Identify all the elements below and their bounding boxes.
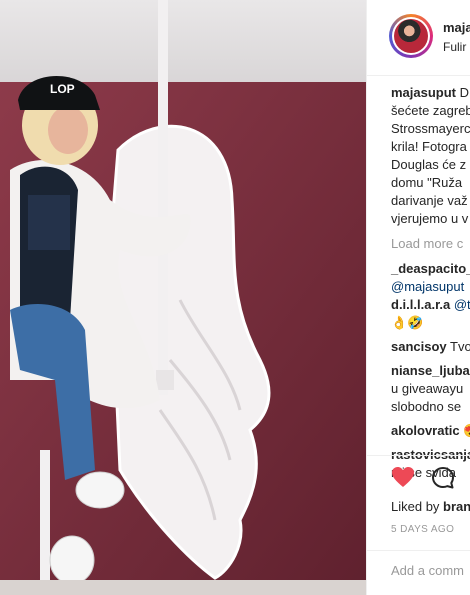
- comment-item: nianse_ljuba: [391, 362, 470, 380]
- comment-text: slobodno se: [391, 399, 462, 414]
- liked-by: Liked by bran: [391, 499, 470, 514]
- comment-bubble-icon[interactable]: [431, 466, 455, 493]
- caption-line: darivanje važ: [391, 193, 468, 208]
- comment-mention[interactable]: @majasuput: [391, 278, 470, 296]
- post-timestamp[interactable]: 5 DAYS AGO: [391, 524, 454, 535]
- post-header: maja Fulir: [367, 0, 470, 76]
- caption-line: domu "Ruža: [391, 175, 463, 190]
- caption-line: Douglas će z: [391, 157, 467, 172]
- caption-line: krila! Fotogra: [391, 139, 467, 154]
- caption-line: šećete zagreb: [391, 103, 470, 118]
- load-more-comments-button[interactable]: Load more c: [391, 232, 470, 256]
- comment-mention[interactable]: @t: [450, 297, 470, 312]
- liked-by-prefix: Liked by: [391, 499, 444, 514]
- header-location[interactable]: Fulir: [443, 40, 466, 54]
- comment-text: 👌🤣: [391, 315, 424, 330]
- heart-icon[interactable]: [391, 466, 415, 491]
- caption-line: D: [459, 85, 470, 100]
- caption-line: Strossmayerc: [391, 121, 470, 136]
- comments-list: majasuput D šećete zagreb Strossmayerc k…: [391, 84, 470, 482]
- photo-illustration: LOP: [0, 0, 366, 595]
- cap-text: LOP: [50, 82, 75, 96]
- header-username[interactable]: maja: [443, 20, 470, 35]
- liked-by-user[interactable]: bran: [443, 499, 470, 514]
- swing-pole: [158, 0, 168, 395]
- comment-item: sancisoy Tvo: [391, 338, 470, 356]
- comment-item: _deaspacito_: [391, 260, 470, 278]
- comment-username[interactable]: sancisoy: [391, 339, 447, 354]
- comment-item: akolovratic 😍: [391, 422, 470, 440]
- comment-text: 😍: [460, 423, 470, 438]
- add-comment-divider: [367, 550, 470, 551]
- caption-line: vjerujemo u v: [391, 211, 469, 226]
- comment-text: Tvo: [446, 339, 470, 354]
- comment-username[interactable]: akolovratic: [391, 423, 460, 438]
- comment-item: d.i.l.l.a.r.a @t: [391, 296, 470, 314]
- caption-username[interactable]: majasuput: [391, 85, 456, 100]
- comment-username[interactable]: d.i.l.l.a.r.a: [391, 297, 450, 312]
- comment-username[interactable]: nianse_ljuba: [391, 363, 470, 378]
- post-side-panel: maja Fulir majasuput D šećete zagreb Str…: [367, 0, 470, 595]
- comment-username[interactable]: _deaspacito_: [391, 261, 470, 276]
- actions-divider: [367, 455, 470, 456]
- post-photo[interactable]: LOP: [0, 0, 366, 595]
- add-comment-input[interactable]: Add a comm: [391, 563, 464, 578]
- caption-first-line: majasuput D: [391, 84, 470, 102]
- comment-text: u giveawayu: [391, 381, 464, 396]
- avatar[interactable]: [389, 14, 433, 58]
